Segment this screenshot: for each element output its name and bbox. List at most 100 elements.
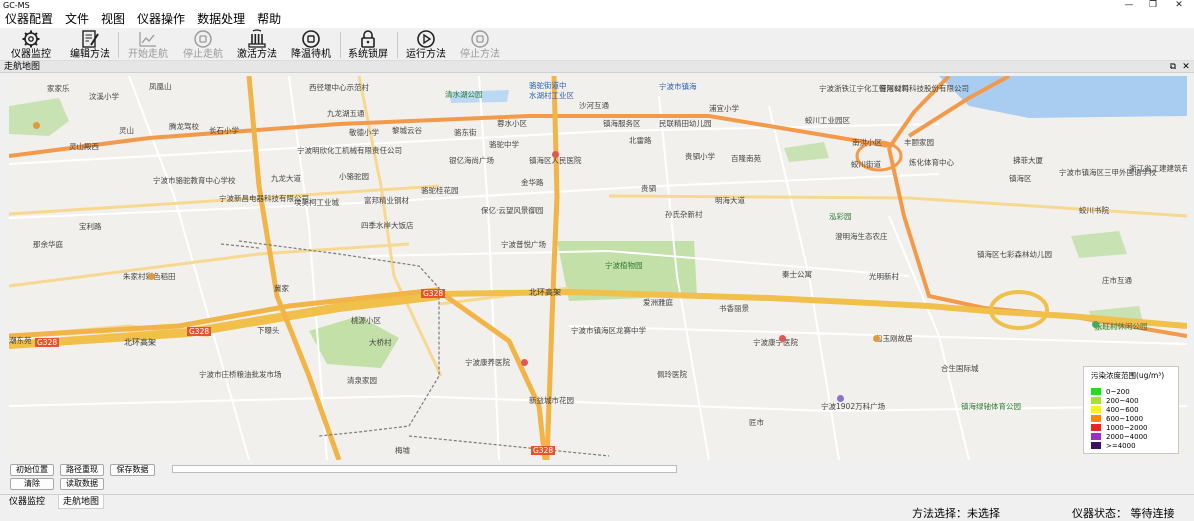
read-data-button[interactable]: 读取数据 — [60, 478, 104, 490]
map-label: 埃美柯工业城 — [294, 198, 339, 207]
map-label: 光明新村 — [869, 272, 899, 281]
map-label: 秦士公寓 — [782, 270, 812, 279]
minimize-button[interactable]: — — [1116, 0, 1142, 11]
legend-item: 1000~2000 — [1091, 423, 1148, 432]
map-label: 贵驷 — [641, 184, 656, 193]
flask-rack-icon — [248, 29, 266, 48]
map-label: 腾龙驾校 — [169, 122, 199, 131]
toolbar-separator — [340, 32, 341, 58]
replay-path-button[interactable]: 路径重现 — [60, 464, 104, 476]
system-lock-button[interactable]: 系统锁屏 — [346, 29, 390, 60]
map-label: 四季水岸大饭店 — [361, 221, 414, 230]
monitor-button[interactable]: 仪器监控 — [9, 29, 53, 60]
map-label: 凤凰山 — [149, 82, 172, 91]
map-label: 澄明海生态农庄 — [835, 232, 888, 241]
map-label: 骆驼桂花园 — [421, 186, 459, 195]
legend-item: 200~400 — [1091, 396, 1139, 405]
legend-label: 2000~4000 — [1106, 432, 1148, 441]
stop-circle-icon — [194, 30, 212, 48]
navigation-map[interactable]: 家家乐 汶溪小学 凤凰山 西径堰中心示范村 骆驼街道中 清水湖公园 水湖村工业区… — [9, 76, 1187, 460]
temple-icon — [33, 122, 40, 129]
legend-swatch — [1091, 397, 1101, 404]
maximize-button[interactable]: ❐ — [1140, 0, 1166, 11]
stop-method-button[interactable]: 停止方法 — [458, 29, 502, 60]
cooldown-standby-button[interactable]: 降温待机 — [289, 29, 333, 60]
map-label: 灵山殿西 — [69, 142, 99, 151]
menu-help[interactable]: 帮助 — [257, 11, 281, 28]
play-circle-icon — [417, 30, 435, 48]
map-label: 下曝头 — [257, 326, 280, 335]
poi-pin — [521, 358, 530, 367]
map-label: 九龙大道 — [271, 174, 301, 183]
save-data-button[interactable]: 保存数据 — [110, 464, 155, 476]
mall-icon — [837, 395, 844, 402]
cooldown-standby-label: 降温待机 — [291, 49, 331, 60]
map-label: 那余华庭 — [33, 240, 63, 249]
legend-item: 600~1000 — [1091, 414, 1143, 423]
map-panel-header: 走航地图 ⧉ ✕ — [0, 61, 1194, 73]
map-label: 灵山 — [119, 126, 134, 135]
float-panel-button[interactable]: ⧉ — [1168, 61, 1178, 73]
map-label: 浙江省工建建筑有限公司 — [1129, 164, 1187, 173]
map-label: 新益城市花园 — [529, 396, 574, 405]
map-label: 家家乐 — [47, 84, 70, 93]
map-label: 蛟川工业园区 — [805, 116, 850, 125]
init-position-button[interactable]: 初始位置 — [10, 464, 54, 476]
map-label: 水湖村工业区 — [529, 91, 574, 100]
map-label: 宁波市镇海区龙赛中学 — [571, 326, 646, 335]
map-label: 爱洲雅庭 — [643, 298, 673, 307]
route-badge-g328: G328 — [35, 338, 60, 347]
menu-bar: 仪器配置 文件 视图 仪器操作 数据处理 帮助 — [0, 11, 1194, 28]
poi-pin — [552, 150, 561, 159]
map-label: 蛟川街道 — [851, 160, 881, 169]
map-label: 骆驼街道中 — [529, 81, 567, 90]
legend-title: 污染浓度范围(ug/m³) — [1091, 371, 1165, 380]
activate-method-label: 激活方法 — [237, 49, 277, 60]
menu-instrument-config[interactable]: 仪器配置 — [5, 11, 53, 28]
run-method-button[interactable]: 运行方法 — [404, 29, 448, 60]
map-label: 拂菲大厦 — [1013, 156, 1043, 165]
hospital-icon — [521, 359, 528, 366]
menu-view[interactable]: 视图 — [101, 11, 125, 28]
map-label: 宁波植物园 — [605, 261, 643, 270]
poi-pin — [779, 334, 788, 343]
edit-method-button[interactable]: 编辑方法 — [68, 29, 112, 60]
landmark-icon — [873, 335, 880, 342]
map-label: 冀家 — [274, 284, 289, 293]
map-label: 小骆驼园 — [339, 172, 369, 181]
tab-navigation-map[interactable]: 走航地图 — [58, 495, 105, 509]
edit-method-label: 编辑方法 — [70, 49, 110, 60]
map-label: 庄市互通 — [1102, 276, 1132, 285]
window-title: GC-MS — [3, 1, 30, 10]
map-label: 合生国际城 — [941, 364, 979, 373]
map-label: 宝利路 — [79, 222, 102, 231]
toolbar-separator — [397, 32, 398, 58]
start-navigation-button[interactable]: 开始走航 — [126, 29, 170, 60]
run-method-label: 运行方法 — [406, 49, 446, 60]
stop-navigation-button[interactable]: 停止走航 — [181, 29, 225, 60]
map-label: 永旺村休闲公园 — [1095, 322, 1148, 331]
map-label: 宁波市镇海 — [659, 82, 697, 91]
legend-label: 600~1000 — [1106, 414, 1144, 423]
map-label: 孙氏杂新村 — [665, 210, 703, 219]
map-label: 镇海服务区 — [603, 119, 641, 128]
map-label: 清泉家园 — [347, 376, 377, 385]
map-label: 北环高架 — [529, 288, 561, 297]
map-label: 贵驷小学 — [685, 152, 715, 161]
clear-button[interactable]: 清除 — [10, 478, 54, 490]
activate-method-button[interactable]: 激活方法 — [235, 29, 279, 60]
menu-instrument-operation[interactable]: 仪器操作 — [137, 11, 185, 28]
standby-circle-icon — [302, 30, 320, 48]
tab-instrument-monitor[interactable]: 仪器监控 — [5, 495, 49, 509]
close-window-button[interactable]: ✕ — [1166, 0, 1192, 11]
toolbar-separator — [118, 32, 119, 58]
legend-label: 200~400 — [1106, 396, 1139, 405]
map-label: 宁波1902万科广场 — [821, 402, 886, 411]
map-label: 骆驼中学 — [489, 140, 519, 149]
map-label: 潮东苑 — [9, 336, 32, 345]
legend-swatch — [1091, 442, 1101, 449]
close-panel-button[interactable]: ✕ — [1181, 61, 1191, 73]
menu-file[interactable]: 文件 — [65, 11, 89, 28]
menu-data-processing[interactable]: 数据处理 — [197, 11, 245, 28]
method-status: 方法选择：未选择 — [912, 507, 1000, 520]
